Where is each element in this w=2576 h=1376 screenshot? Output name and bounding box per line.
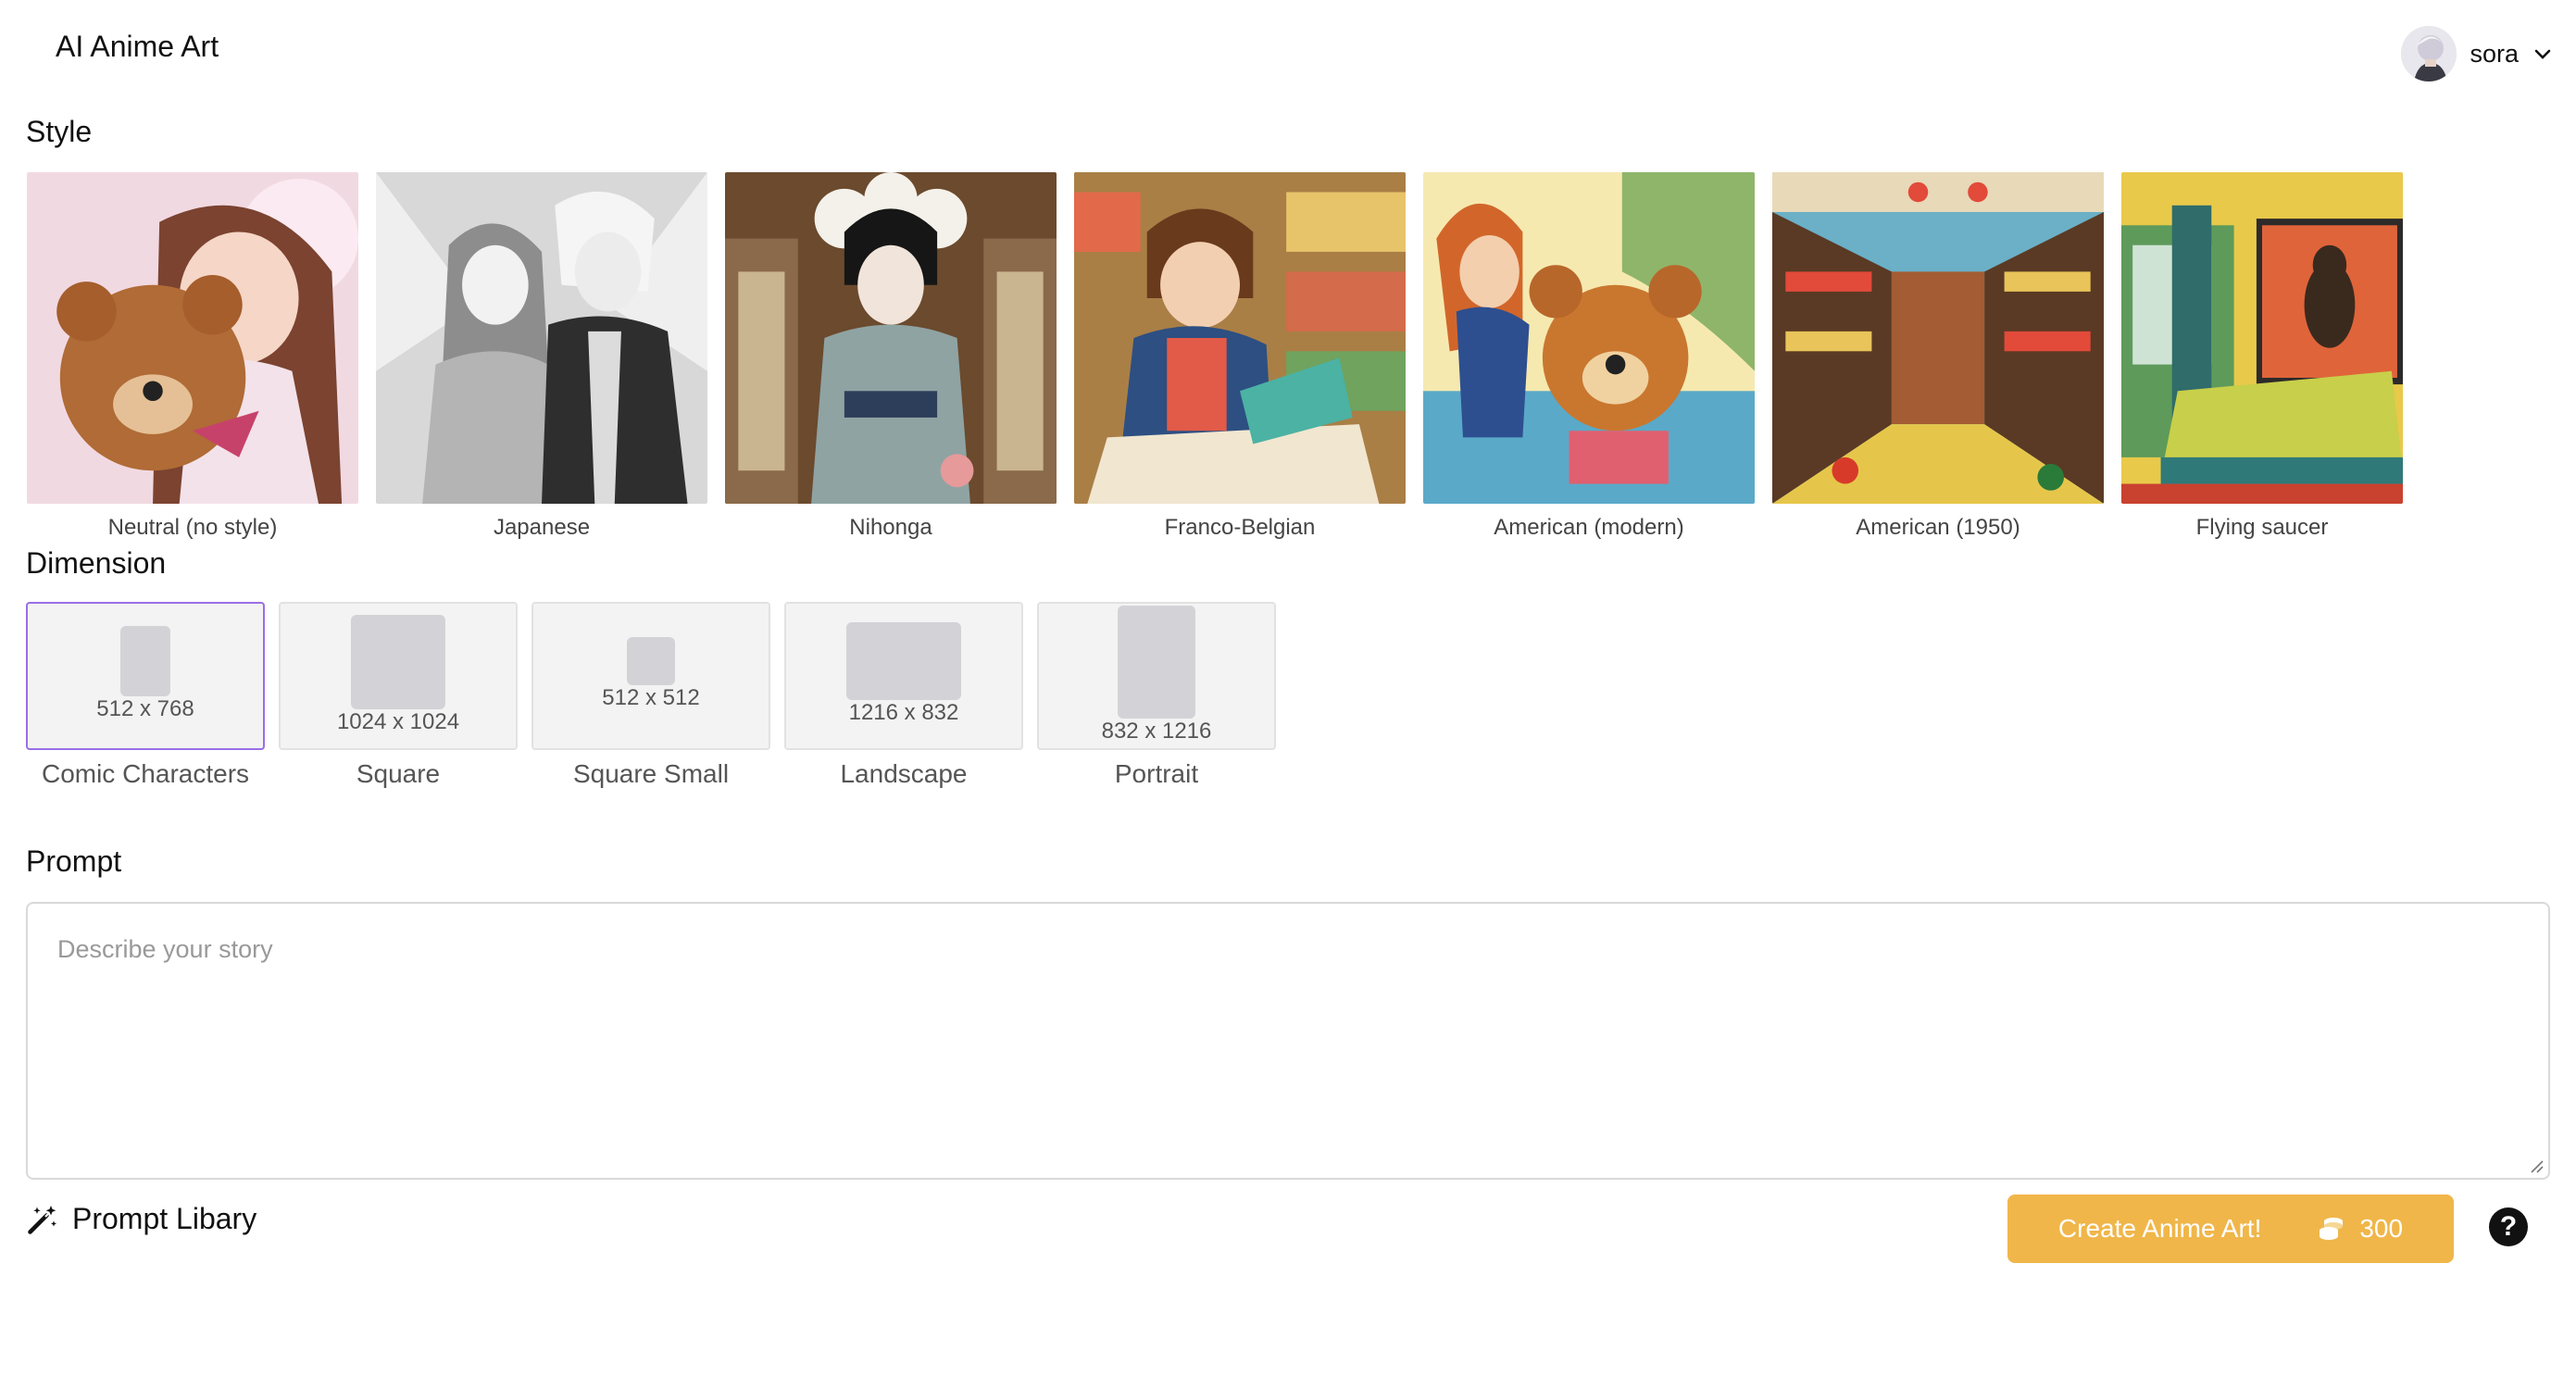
style-thumbnail <box>1423 172 1755 504</box>
dimension-box[interactable]: 832 x 1216 <box>1037 602 1276 750</box>
style-label: American (1950) <box>1856 515 2020 540</box>
aspect-preview <box>351 615 445 709</box>
dimension-heading: Dimension <box>26 546 167 580</box>
aspect-preview <box>1118 606 1195 719</box>
style-heading: Style <box>26 115 93 148</box>
aspect-preview <box>627 637 675 685</box>
style-thumbnail <box>376 172 707 504</box>
style-option-american-modern[interactable]: American (modern) <box>1423 172 1755 552</box>
dimension-box[interactable]: 512 x 512 <box>531 602 770 750</box>
dimension-size: 1024 x 1024 <box>336 709 460 734</box>
style-label: American (modern) <box>1494 515 1684 540</box>
dimension-name: Landscape <box>840 759 968 788</box>
dimension-name: Comic Characters <box>41 759 250 788</box>
style-thumbnail <box>725 172 1057 504</box>
dimension-size: 1216 x 832 <box>848 700 959 725</box>
dimension-name: Square <box>356 759 441 788</box>
username: sora <box>2470 39 2519 68</box>
style-label: Nihonga <box>849 515 932 540</box>
prompt-library-label: Prompt Libary <box>72 1202 257 1235</box>
dimension-size: 512 x 768 <box>96 696 194 721</box>
user-menu[interactable]: sora <box>2401 26 2554 81</box>
style-option-flying-saucer[interactable]: Flying saucer <box>2121 172 2403 552</box>
dimension-size: 832 x 1216 <box>1101 719 1212 744</box>
prompt-heading: Prompt <box>26 844 122 878</box>
style-option-american-1950[interactable]: American (1950) <box>1772 172 2104 552</box>
style-thumbnail <box>27 172 358 504</box>
style-option-franco-belgian[interactable]: Franco-Belgian <box>1074 172 1406 552</box>
dimension-option-comic-characters[interactable]: 512 x 768 Comic Characters <box>26 602 265 789</box>
prompt-field <box>26 902 2550 1180</box>
magic-wand-icon <box>28 1205 56 1234</box>
style-option-neutral[interactable]: Neutral (no style) <box>27 172 358 552</box>
aspect-preview <box>120 626 170 696</box>
dimension-name: Square Small <box>572 759 730 788</box>
dimension-name: Portrait <box>1114 759 1199 788</box>
prompt-input[interactable] <box>28 904 2548 1178</box>
chevron-down-icon <box>2534 49 2551 59</box>
dimension-option-portrait[interactable]: 832 x 1216 Portrait <box>1037 602 1276 789</box>
coins-icon <box>2320 1218 2344 1240</box>
aspect-preview <box>846 622 961 700</box>
prompt-library-link[interactable]: Prompt Libary <box>26 1202 256 1236</box>
style-label: Flying saucer <box>2195 515 2329 540</box>
help-icon[interactable]: ? <box>2489 1207 2528 1246</box>
app-title: AI Anime Art <box>56 30 219 63</box>
dimension-box[interactable]: 512 x 768 <box>26 602 265 750</box>
style-label: Japanese <box>493 515 591 540</box>
dimension-size: 512 x 512 <box>602 685 700 710</box>
style-label: Franco-Belgian <box>1164 515 1316 540</box>
dimension-box[interactable]: 1024 x 1024 <box>279 602 518 750</box>
resize-handle-icon[interactable] <box>2530 1159 2545 1174</box>
style-label: Neutral (no style) <box>107 515 278 540</box>
dimension-box[interactable]: 1216 x 832 <box>784 602 1023 750</box>
avatar <box>2401 26 2457 81</box>
style-option-japanese[interactable]: Japanese <box>376 172 707 552</box>
style-thumbnail <box>1772 172 2104 504</box>
dimension-option-square[interactable]: 1024 x 1024 Square <box>279 602 518 789</box>
style-option-nihonga[interactable]: Nihonga <box>725 172 1057 552</box>
credit-cost-value: 300 <box>2359 1214 2404 1243</box>
style-thumbnail <box>2121 172 2403 504</box>
dimension-option-landscape[interactable]: 1216 x 832 Landscape <box>784 602 1023 789</box>
style-thumbnail <box>1074 172 1406 504</box>
create-button-label: Create Anime Art! <box>2057 1214 2262 1243</box>
credit-cost: 300 <box>2317 1214 2403 1244</box>
dimension-option-square-small[interactable]: 512 x 512 Square Small <box>531 602 770 789</box>
create-anime-art-button[interactable]: Create Anime Art! 300 <box>2007 1195 2454 1263</box>
